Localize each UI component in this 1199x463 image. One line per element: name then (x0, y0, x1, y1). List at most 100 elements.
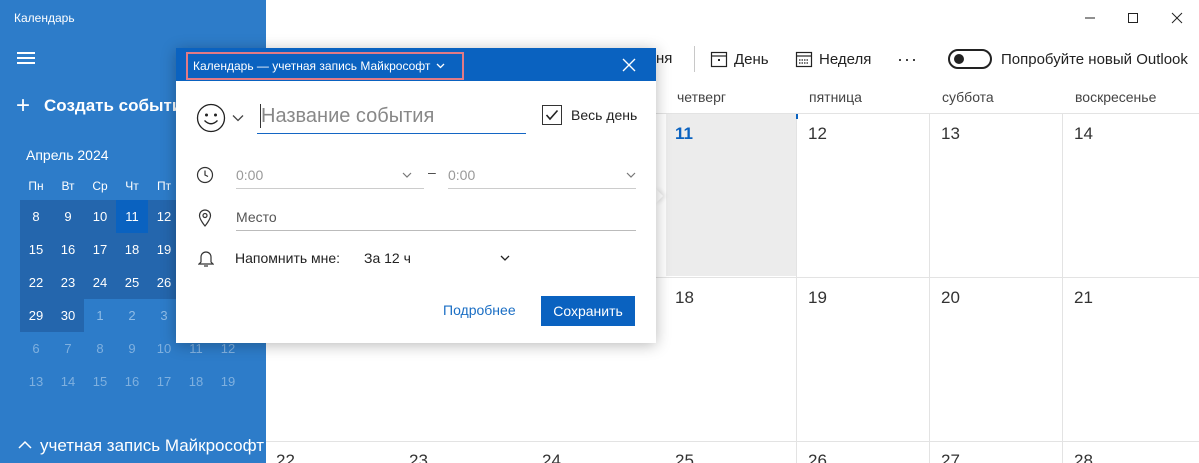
more-options-button[interactable]: ··· (897, 46, 918, 72)
close-popup-button[interactable] (616, 54, 642, 76)
day-header: суббота (942, 89, 994, 105)
date-cell[interactable]: 28 (1074, 451, 1093, 463)
date-cell[interactable]: 26 (808, 451, 827, 463)
all-day-checkbox[interactable]: Весь день (542, 105, 637, 125)
weekday-label: Ср (92, 179, 108, 193)
save-button[interactable]: Сохранить (541, 296, 635, 326)
date-cell[interactable]: 22 (276, 451, 295, 463)
mini-calendar-day[interactable]: 18 (180, 365, 212, 398)
start-time-dropdown[interactable]: 0:00 (236, 161, 424, 189)
chevron-up-icon (18, 437, 32, 454)
account-section-toggle[interactable]: учетная запись Майкрософт (0, 428, 266, 463)
date-cell[interactable]: 24 (542, 451, 561, 463)
text-caret (260, 104, 261, 128)
clock-icon (196, 166, 214, 189)
more-details-link[interactable]: Подробнее (443, 302, 516, 318)
mini-calendar-day[interactable]: 7 (52, 332, 84, 365)
reminder-dropdown[interactable]: За 12 ч (364, 246, 510, 270)
mini-calendar-day[interactable]: 15 (84, 365, 116, 398)
end-time-value: 0:00 (448, 166, 476, 183)
mini-calendar-day[interactable]: 23 (52, 266, 84, 299)
mini-calendar-month-label[interactable]: Апрель 2024 (26, 147, 109, 163)
date-cell[interactable]: 19 (808, 288, 827, 308)
end-time-dropdown[interactable]: 0:00 (448, 161, 636, 189)
mini-calendar-day[interactable]: 16 (52, 233, 84, 266)
mini-calendar-day[interactable]: 25 (116, 266, 148, 299)
mini-calendar-week: 13 14 15 16 17 18 19 (20, 365, 244, 398)
mini-calendar-day[interactable]: 18 (116, 233, 148, 266)
mini-calendar-day[interactable]: 15 (20, 233, 52, 266)
maximize-icon (1128, 13, 1138, 23)
date-cell[interactable]: 25 (675, 451, 694, 463)
date-cell-today[interactable]: 11 (675, 124, 693, 144)
close-icon (1171, 12, 1183, 24)
mini-calendar-day[interactable]: 17 (148, 365, 180, 398)
emoji-picker-button[interactable] (196, 103, 244, 133)
date-cell[interactable]: 27 (941, 451, 960, 463)
smiley-icon (196, 103, 226, 133)
mini-calendar-day[interactable]: 13 (20, 365, 52, 398)
day-header: воскресенье (1075, 89, 1157, 105)
calendar-picker-dropdown[interactable]: Календарь — учетная запись Майкрософт (186, 52, 464, 80)
event-title-input[interactable] (257, 100, 526, 134)
app-title: Календарь (14, 11, 75, 25)
mini-calendar-day[interactable]: 14 (52, 365, 84, 398)
date-cell[interactable]: 23 (409, 451, 428, 463)
toggle-switch[interactable] (948, 49, 992, 69)
close-icon (622, 58, 636, 72)
checkbox-box[interactable] (542, 105, 562, 125)
mini-calendar-day[interactable]: 19 (212, 365, 244, 398)
date-cell[interactable]: 18 (675, 288, 694, 308)
mini-calendar-day[interactable]: 16 (116, 365, 148, 398)
minimize-icon (1085, 17, 1095, 19)
mini-calendar-day[interactable]: 6 (20, 332, 52, 365)
calendar-picker-label: Календарь — учетная запись Майкрософт (193, 59, 431, 73)
date-cell[interactable]: 14 (1074, 124, 1093, 144)
today-button-partial[interactable]: ня (656, 50, 672, 67)
week-view-label: Неделя (819, 50, 872, 68)
new-event-popup: Календарь — учетная запись Майкрософт Ве… (176, 48, 656, 343)
date-cell[interactable]: 13 (941, 124, 960, 144)
week-view-button[interactable]: Неделя (795, 46, 871, 72)
today-marker (796, 114, 798, 119)
maximize-button[interactable] (1118, 5, 1148, 31)
reminder-label: Напомнить мне: (235, 250, 341, 266)
mini-calendar-day-today[interactable]: 11 (116, 200, 148, 233)
day-view-button[interactable]: День (710, 46, 769, 72)
start-time-value: 0:00 (236, 166, 264, 183)
account-label: учетная запись Майкрософт (40, 435, 265, 455)
grid-line (796, 113, 797, 463)
day-calendar-icon (710, 51, 728, 68)
weekday-label: Пн (28, 179, 44, 193)
mini-calendar-day[interactable]: 17 (84, 233, 116, 266)
date-cell[interactable]: 20 (941, 288, 960, 308)
mini-calendar-day[interactable]: 9 (52, 200, 84, 233)
grid-line (1062, 113, 1063, 463)
mini-calendar-day[interactable]: 29 (20, 299, 52, 332)
ellipsis-icon: ··· (897, 48, 918, 69)
mini-calendar-day[interactable]: 8 (84, 332, 116, 365)
mini-calendar-day[interactable]: 2 (116, 299, 148, 332)
chevron-down-icon (232, 109, 244, 127)
bell-icon (197, 249, 215, 272)
mini-calendar-day[interactable]: 8 (20, 200, 52, 233)
minimize-button[interactable] (1075, 5, 1105, 31)
mini-calendar-day[interactable]: 30 (52, 299, 84, 332)
date-cell[interactable]: 21 (1074, 288, 1093, 308)
popup-header: Календарь — учетная запись Майкрософт (176, 48, 656, 81)
mini-calendar-day[interactable]: 10 (84, 200, 116, 233)
mini-calendar-day[interactable]: 9 (116, 332, 148, 365)
close-window-button[interactable] (1162, 5, 1192, 31)
new-outlook-label: Попробуйте новый Outlook (1001, 50, 1188, 68)
plus-icon: + (16, 92, 31, 119)
chevron-down-icon (402, 172, 412, 178)
mini-calendar-day[interactable]: 24 (84, 266, 116, 299)
chevron-down-icon (500, 255, 510, 261)
week-calendar-icon (795, 51, 813, 68)
location-input[interactable] (236, 204, 636, 231)
hamburger-menu-icon[interactable] (17, 52, 35, 64)
date-cell[interactable]: 12 (808, 124, 827, 144)
mini-calendar-day[interactable]: 1 (84, 299, 116, 332)
new-outlook-toggle[interactable]: Попробуйте новый Outlook (948, 46, 1188, 72)
mini-calendar-day[interactable]: 22 (20, 266, 52, 299)
